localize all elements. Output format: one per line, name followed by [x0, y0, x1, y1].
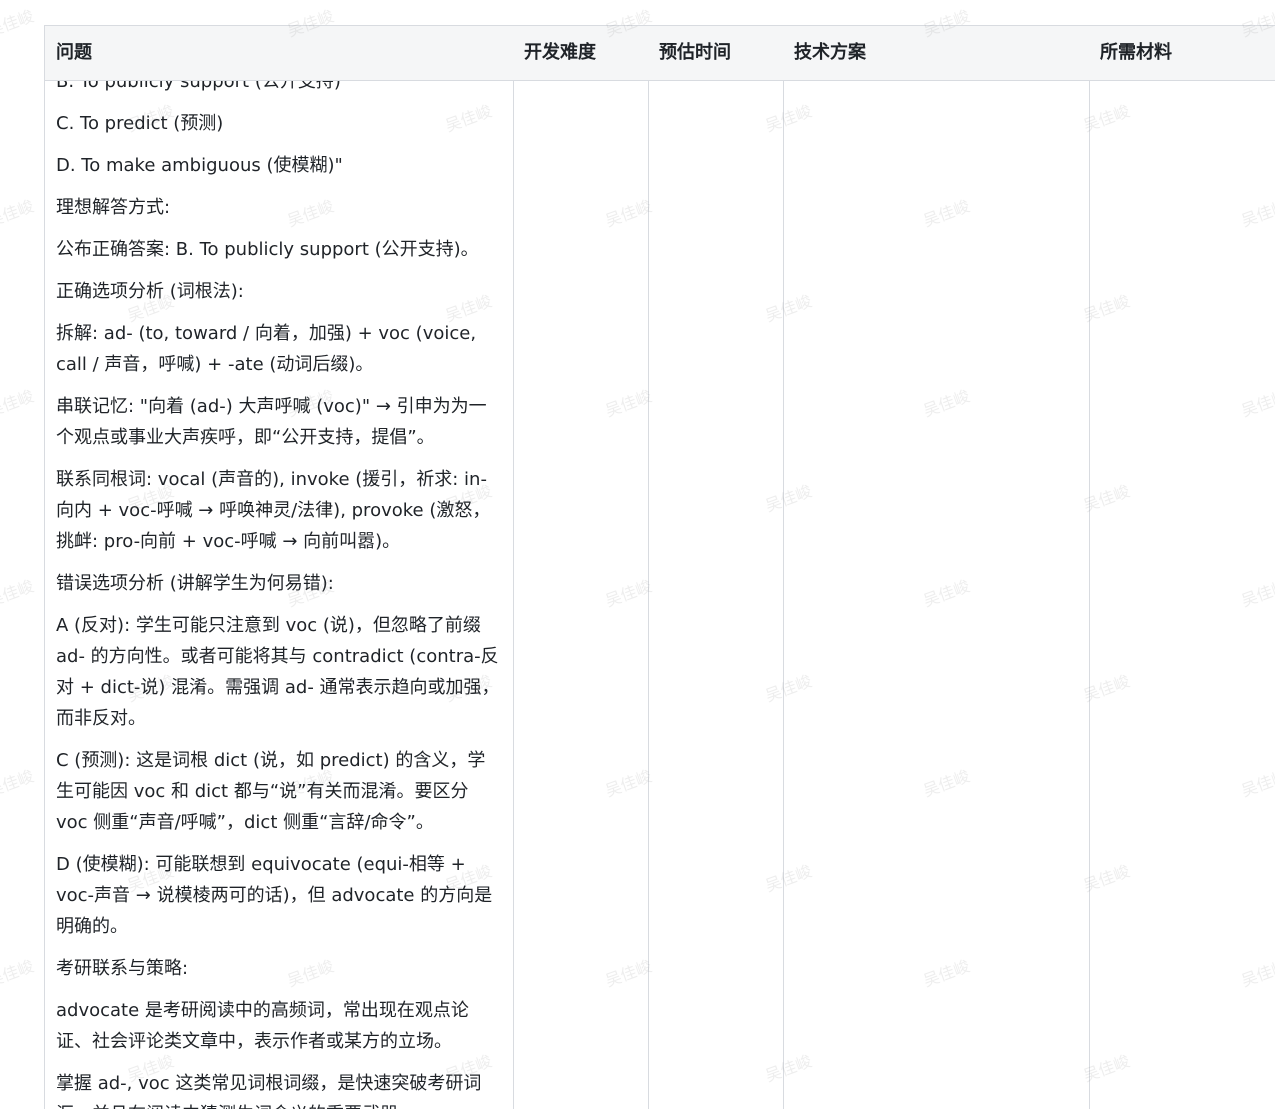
header-difficulty[interactable]: 开发难度 [513, 26, 596, 80]
question-line: 联系同根词: vocal (声音的), invoke (援引，祈求: in-向内… [56, 469, 491, 552]
question-line: 公布正确答案: B. To publicly support (公开支持)。 [56, 239, 479, 260]
question-line: 串联记忆: "向着 (ad-) 大声呼喊 (voc)" → 引申为为一个观点或事… [56, 396, 487, 448]
question-line: B. To publicly support (公开支持) [56, 80, 341, 92]
watermark: 吴佳峻 [0, 576, 37, 611]
column-estimated-time [648, 26, 784, 1109]
question-line: D (使模糊): 可能联想到 equivocate (equi-相等 + voc… [56, 854, 493, 937]
watermark: 吴佳峻 [0, 386, 37, 421]
question-content: B. To publicly support (公开支持) C. To pred… [56, 80, 500, 1109]
header-tech-solution[interactable]: 技术方案 [783, 26, 866, 80]
watermark: 吴佳峻 [0, 6, 37, 41]
tech-solution-clipped-text: 库重词脚本现赖 [829, 80, 955, 89]
header-estimated-time[interactable]: 预估时间 [648, 26, 731, 80]
column-difficulty [513, 26, 649, 1109]
watermark: 吴佳峻 [0, 196, 37, 231]
question-line: 拆解: ad- (to, toward / 向着，加强) + voc (voic… [56, 323, 477, 375]
question-line: 掌握 ad-, voc 这类常见词根词缀，是快速突破考研词汇，并且在阅读中猜测生… [56, 1073, 482, 1109]
watermark: 吴佳峻 [0, 766, 37, 801]
question-line: D. To make ambiguous (使模糊)" [56, 155, 343, 176]
watermark: 吴佳峻 [0, 956, 37, 991]
tech-solution-cell: 库重词脚本现赖 [783, 80, 1089, 1109]
question-line: A (反对): 学生可能只注意到 voc (说)，但忽略了前缀 ad- 的方向性… [56, 615, 500, 729]
question-cell: B. To publicly support (公开支持) C. To pred… [45, 80, 513, 1109]
question-line: 理想解答方式: [56, 197, 171, 218]
column-materials [1089, 26, 1275, 1109]
question-line: C. To predict (预测) [56, 113, 224, 134]
question-line: C (预测): 这是词根 dict (说，如 predict) 的含义，学生可能… [56, 750, 486, 833]
table-header-row: 问题 开发难度 预估时间 技术方案 所需材料 [45, 26, 1275, 81]
header-materials[interactable]: 所需材料 [1089, 26, 1172, 80]
question-line: 正确选项分析 (词根法): [56, 281, 244, 302]
header-question[interactable]: 问题 [45, 26, 92, 80]
page: 问题 开发难度 预估时间 技术方案 所需材料 B. To publicly su… [0, 0, 1275, 1109]
question-line: 错误选项分析 (讲解学生为何易错): [56, 573, 334, 594]
data-table: 问题 开发难度 预估时间 技术方案 所需材料 B. To publicly su… [44, 25, 1275, 1109]
question-line: 考研联系与策略: [56, 958, 189, 979]
question-line: advocate 是考研阅读中的高频词，常出现在观点论证、社会评论类文章中，表示… [56, 1000, 469, 1052]
